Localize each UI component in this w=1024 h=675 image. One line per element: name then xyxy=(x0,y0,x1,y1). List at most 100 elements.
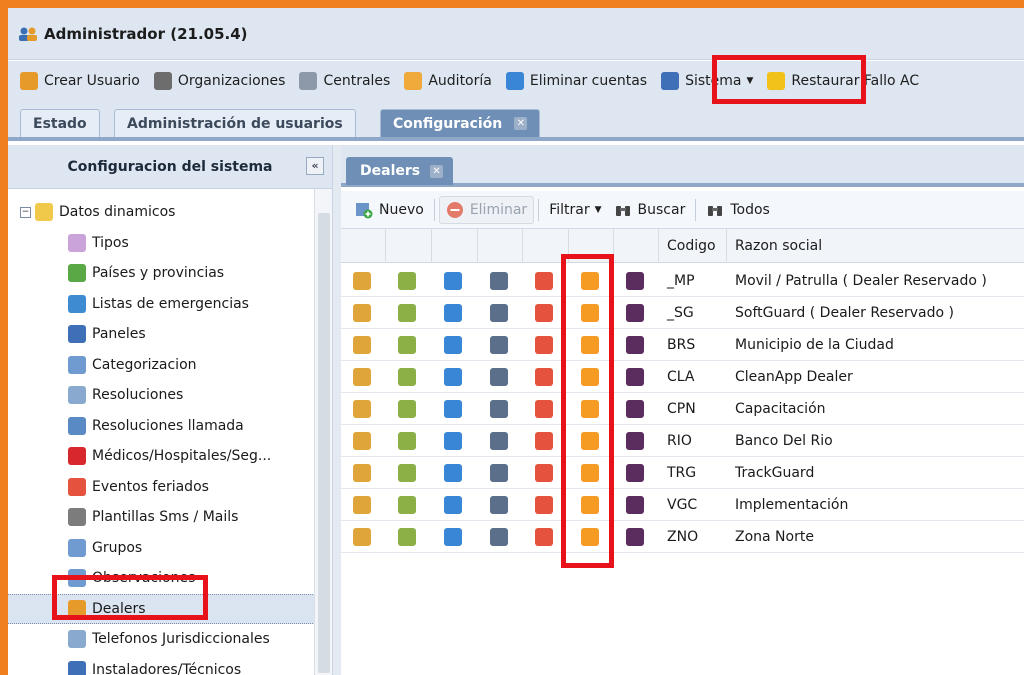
alert-icon[interactable] xyxy=(535,272,553,290)
toolbar-crear-usuario-button[interactable]: Crear Usuario xyxy=(20,72,140,90)
dealer-user-icon[interactable] xyxy=(581,432,599,450)
alert-icon[interactable] xyxy=(535,368,553,386)
alert-icon[interactable] xyxy=(535,528,553,546)
device-icon[interactable] xyxy=(398,336,416,354)
tree-item-dealers[interactable]: Dealers xyxy=(8,593,315,624)
table-row[interactable]: _SG SoftGuard ( Dealer Reservado ) xyxy=(341,297,1024,329)
dealer-user-icon[interactable] xyxy=(581,464,599,482)
edit-icon[interactable] xyxy=(353,400,371,418)
tree-scrollbar[interactable] xyxy=(314,189,332,675)
alert-icon[interactable] xyxy=(535,496,553,514)
alert-icon[interactable] xyxy=(535,304,553,322)
tree-item-plantillas-sms-mails[interactable]: Plantillas Sms / Mails xyxy=(8,502,315,532)
network-icon[interactable] xyxy=(490,464,508,482)
search-button[interactable]: Buscar xyxy=(608,196,692,224)
tree-item-eventos-feriados[interactable]: Eventos feriados xyxy=(8,472,315,502)
dealer-user-icon[interactable] xyxy=(581,304,599,322)
column-header-name[interactable]: Razon social xyxy=(727,229,1024,263)
tab-dealers[interactable]: Dealers ✕ xyxy=(346,157,454,185)
edit-icon[interactable] xyxy=(353,304,371,322)
edit-icon[interactable] xyxy=(353,368,371,386)
edit-icon[interactable] xyxy=(353,432,371,450)
user-icon[interactable] xyxy=(444,464,462,482)
close-icon[interactable]: ✕ xyxy=(430,164,444,178)
network-icon[interactable] xyxy=(490,304,508,322)
panel-splitter[interactable] xyxy=(333,145,341,675)
table-row[interactable]: RIO Banco Del Rio xyxy=(341,425,1024,457)
toolbar-eliminar-cuentas-button[interactable]: Eliminar cuentas xyxy=(505,72,647,90)
target-icon[interactable] xyxy=(626,528,644,546)
alert-icon[interactable] xyxy=(535,400,553,418)
table-row[interactable]: ZNO Zona Norte xyxy=(341,521,1024,553)
tree-item-instaladores-t-cnicos[interactable]: Instaladores/Técnicos xyxy=(8,655,315,675)
tree-item-telefonos-jurisdiccionales[interactable]: Telefonos Jurisdiccionales xyxy=(8,624,315,654)
tree-item-grupos[interactable]: Grupos xyxy=(8,533,315,563)
alert-icon[interactable] xyxy=(535,432,553,450)
network-icon[interactable] xyxy=(490,400,508,418)
target-icon[interactable] xyxy=(626,304,644,322)
tree-item-m-dicos-hospitales-seg[interactable]: Médicos/Hospitales/Seg... xyxy=(8,441,315,471)
target-icon[interactable] xyxy=(626,464,644,482)
tree-item-datos-dinamicos[interactable]: − Datos dinamicos xyxy=(8,197,315,227)
device-icon[interactable] xyxy=(398,400,416,418)
close-icon[interactable]: ✕ xyxy=(514,117,528,130)
tree-item-categorizacion[interactable]: Categorizacion xyxy=(8,350,315,380)
column-header-code[interactable]: Codigo xyxy=(659,229,727,263)
target-icon[interactable] xyxy=(626,272,644,290)
target-icon[interactable] xyxy=(626,432,644,450)
table-row[interactable]: CPN Capacitación xyxy=(341,393,1024,425)
network-icon[interactable] xyxy=(490,496,508,514)
table-row[interactable]: TRG TrackGuard xyxy=(341,457,1024,489)
toolbar-centrales-button[interactable]: Centrales xyxy=(299,72,390,90)
toolbar-organizaciones-button[interactable]: Organizaciones xyxy=(153,72,285,90)
collapse-toggle-icon[interactable]: − xyxy=(20,206,31,218)
target-icon[interactable] xyxy=(626,400,644,418)
dealer-user-icon[interactable] xyxy=(581,528,599,546)
user-icon[interactable] xyxy=(444,432,462,450)
tree-item-resoluciones-llamada[interactable]: Resoluciones llamada xyxy=(8,411,315,441)
alert-icon[interactable] xyxy=(535,464,553,482)
network-icon[interactable] xyxy=(490,336,508,354)
network-icon[interactable] xyxy=(490,432,508,450)
user-icon[interactable] xyxy=(444,496,462,514)
tree-item-observaciones[interactable]: Observaciones xyxy=(8,563,315,593)
toolbar-restaurar-fallo-ac-button[interactable]: Restaurar Fallo AC xyxy=(767,72,919,90)
edit-icon[interactable] xyxy=(353,464,371,482)
new-button[interactable]: Nuevo xyxy=(349,196,430,224)
target-icon[interactable] xyxy=(626,496,644,514)
network-icon[interactable] xyxy=(490,528,508,546)
device-icon[interactable] xyxy=(398,368,416,386)
table-row[interactable]: _MP Movil / Patrulla ( Dealer Reservado ) xyxy=(341,265,1024,297)
dealer-user-icon[interactable] xyxy=(581,336,599,354)
collapse-icon[interactable]: « xyxy=(306,157,324,175)
table-row[interactable]: VGC Implementación xyxy=(341,489,1024,521)
edit-icon[interactable] xyxy=(353,496,371,514)
edit-icon[interactable] xyxy=(353,528,371,546)
target-icon[interactable] xyxy=(626,336,644,354)
scrollbar-thumb[interactable] xyxy=(318,213,330,673)
tab-estado[interactable]: Estado xyxy=(20,109,100,137)
dealer-user-icon[interactable] xyxy=(581,368,599,386)
tree-item-resoluciones[interactable]: Resoluciones xyxy=(8,380,315,410)
dealer-user-icon[interactable] xyxy=(581,272,599,290)
dealer-user-icon[interactable] xyxy=(581,496,599,514)
table-row[interactable]: BRS Municipio de la Ciudad xyxy=(341,329,1024,361)
alert-icon[interactable] xyxy=(535,336,553,354)
user-icon[interactable] xyxy=(444,336,462,354)
network-icon[interactable] xyxy=(490,368,508,386)
all-button[interactable]: Todos xyxy=(700,196,775,224)
tab-configuracion[interactable]: Configuración ✕ xyxy=(380,109,541,137)
tree-item-paneles[interactable]: Paneles xyxy=(8,319,315,349)
network-icon[interactable] xyxy=(490,272,508,290)
dealer-user-icon[interactable] xyxy=(581,400,599,418)
toolbar-auditor-a-button[interactable]: Auditoría xyxy=(404,72,492,90)
device-icon[interactable] xyxy=(398,432,416,450)
edit-icon[interactable] xyxy=(353,272,371,290)
tab-administracion-usuarios[interactable]: Administración de usuarios xyxy=(114,109,356,137)
user-icon[interactable] xyxy=(444,304,462,322)
device-icon[interactable] xyxy=(398,528,416,546)
user-icon[interactable] xyxy=(444,368,462,386)
user-icon[interactable] xyxy=(444,272,462,290)
target-icon[interactable] xyxy=(626,368,644,386)
tree-item-tipos[interactable]: Tipos xyxy=(8,228,315,258)
